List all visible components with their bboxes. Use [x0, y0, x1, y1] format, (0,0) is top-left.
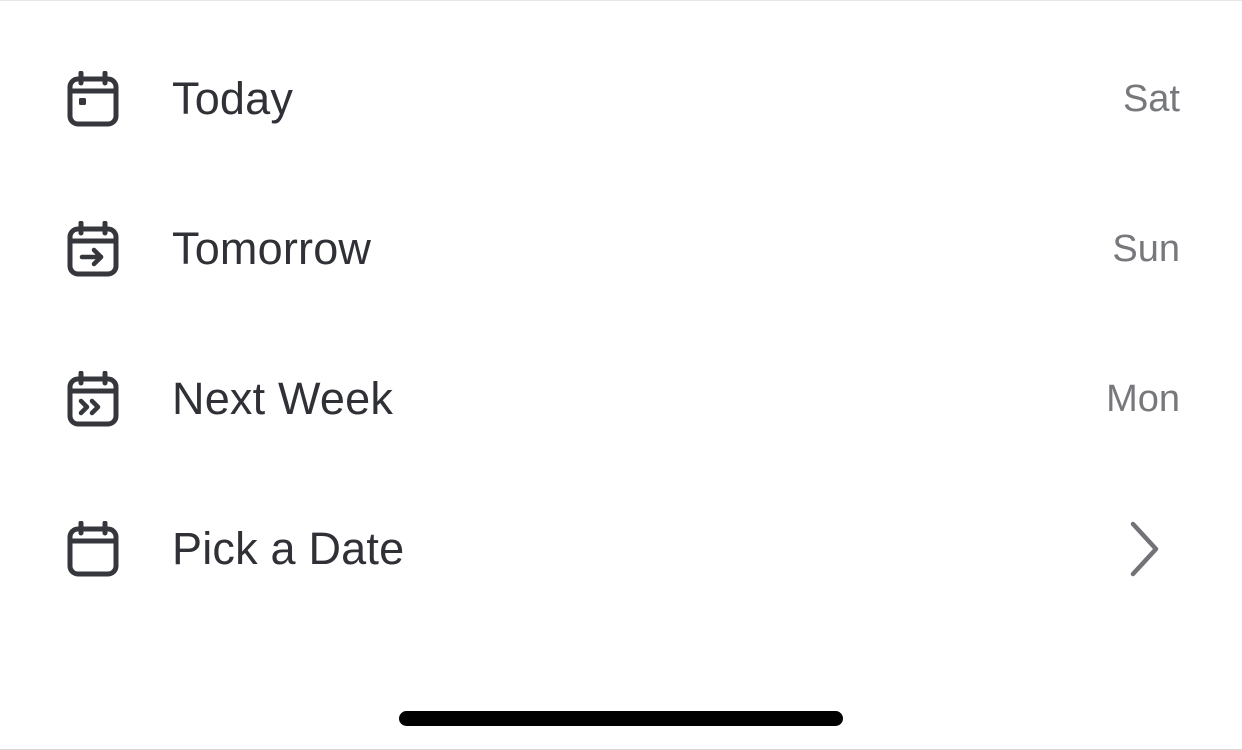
option-today-day: Sat	[1122, 77, 1180, 120]
calendar-double-chevron-icon	[67, 371, 119, 427]
option-pick-a-date-label: Pick a Date	[172, 523, 405, 574]
calendar-dot-icon	[67, 71, 119, 127]
calendar-arrow-right-icon	[67, 221, 119, 277]
option-today[interactable]: Today Sat	[0, 24, 1242, 174]
option-next-week-label: Next Week	[172, 373, 394, 424]
option-tomorrow-day: Sun	[1112, 227, 1180, 270]
option-next-week[interactable]: Next Week Mon	[0, 324, 1242, 474]
calendar-blank-icon	[67, 521, 119, 577]
option-today-label: Today	[172, 73, 294, 124]
option-next-week-day: Mon	[1106, 377, 1180, 420]
chevron-right-icon	[1128, 519, 1162, 579]
date-picker-sheet: Today Sat Tomorrow Sun Next Week Mon Pic…	[0, 0, 1242, 750]
option-pick-a-date[interactable]: Pick a Date	[0, 474, 1242, 624]
option-tomorrow[interactable]: Tomorrow Sun	[0, 174, 1242, 324]
option-tomorrow-label: Tomorrow	[172, 223, 372, 274]
home-indicator[interactable]	[399, 711, 843, 726]
